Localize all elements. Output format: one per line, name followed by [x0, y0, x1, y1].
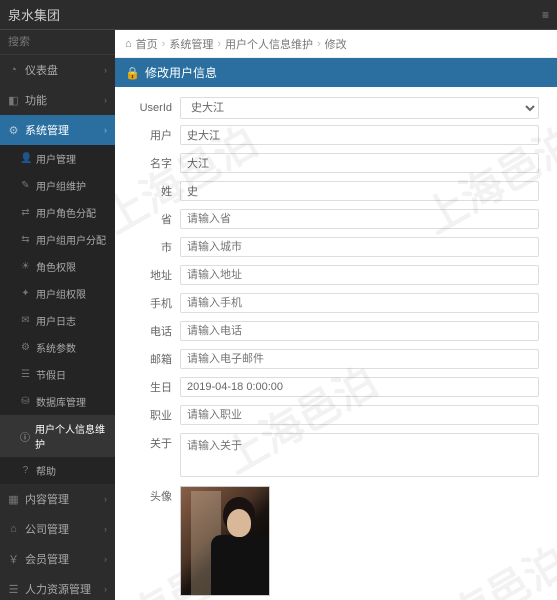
chevron-icon: › [104, 584, 107, 594]
home-icon: ⌂ [125, 38, 132, 50]
nav-icon: ✉ [20, 315, 31, 326]
sidebar-subitem-节假日[interactable]: ☰节假日 [0, 361, 115, 388]
crumb-a[interactable]: 系统管理 [169, 36, 213, 52]
sidebar: ◔仪表盘›◧功能›⚙系统管理›👤用户管理✎用户组维护⇄用户角色分配⇆用户组用户分… [0, 30, 115, 600]
input-name[interactable] [180, 153, 539, 173]
nav-icon: ⇆ [20, 234, 31, 245]
input-userid[interactable]: 史大江 [180, 97, 539, 119]
nav-icon: ☰ [20, 369, 31, 380]
brand: 泉水集团 [8, 5, 60, 24]
sidebar-subitem-用户组维护[interactable]: ✎用户组维护 [0, 172, 115, 199]
nav-icon: 👤 [20, 153, 31, 164]
sidebar-item-内容管理[interactable]: ▦内容管理› [0, 484, 115, 514]
chevron-icon: › [104, 125, 107, 135]
label-address: 地址 [125, 265, 180, 287]
label-surname: 姓 [125, 181, 180, 203]
label-province: 省 [125, 209, 180, 231]
sidebar-subitem-用户组用户分配[interactable]: ⇆用户组用户分配 [0, 226, 115, 253]
avatar[interactable] [180, 486, 270, 596]
panel-title: 🔒 修改用户信息 [115, 58, 557, 87]
crumb-b[interactable]: 用户个人信息维护 [225, 36, 313, 52]
nav-icon: ⚙ [20, 342, 31, 353]
input-phone[interactable] [180, 321, 539, 341]
sidebar-subitem-用户个人信息维护[interactable]: ⓘ用户个人信息维护 [0, 415, 115, 457]
sidebar-subitem-用户管理[interactable]: 👤用户管理 [0, 145, 115, 172]
sidebar-subitem-用户角色分配[interactable]: ⇄用户角色分配 [0, 199, 115, 226]
label-userid: UserId [125, 97, 180, 119]
sidebar-subitem-数据库管理[interactable]: ⛁数据库管理 [0, 388, 115, 415]
nav-icon: ? [20, 465, 31, 476]
chevron-icon: › [104, 494, 107, 504]
chevron-icon: › [104, 524, 107, 534]
crumb-home[interactable]: 首页 [136, 36, 158, 52]
nav-icon: ⇄ [20, 207, 31, 218]
nav-icon: ⌂ [8, 523, 19, 535]
input-address[interactable] [180, 265, 539, 285]
nav-icon: ⓘ [20, 429, 30, 444]
label-birthday: 生日 [125, 377, 180, 399]
label-about: 关于 [125, 433, 180, 455]
sidebar-subitem-用户组权限[interactable]: ✦用户组权限 [0, 280, 115, 307]
label-username: 用户 [125, 125, 180, 147]
sidebar-item-会员管理[interactable]: ￥会员管理› [0, 544, 115, 574]
label-name: 名字 [125, 153, 180, 175]
search-input[interactable] [8, 36, 107, 48]
input-province[interactable] [180, 209, 539, 229]
chevron-icon: › [104, 65, 107, 75]
chevron-icon: › [104, 554, 107, 564]
sidebar-item-功能[interactable]: ◧功能› [0, 85, 115, 115]
sidebar-subitem-用户日志[interactable]: ✉用户日志 [0, 307, 115, 334]
input-mobile[interactable] [180, 293, 539, 313]
nav-icon: ☰ [8, 583, 19, 596]
input-birthday[interactable] [180, 377, 539, 397]
breadcrumb: ⌂ 首页 › 系统管理 › 用户个人信息维护 › 修改 [115, 30, 557, 58]
nav-icon: ☀ [20, 261, 31, 272]
nav-icon: ◧ [8, 94, 19, 107]
input-job[interactable] [180, 405, 539, 425]
input-surname[interactable] [180, 181, 539, 201]
sidebar-subitem-帮助[interactable]: ?帮助 [0, 457, 115, 484]
input-username[interactable] [180, 125, 539, 145]
nav-icon: ✦ [20, 288, 31, 299]
lock-icon: 🔒 [125, 66, 140, 80]
label-avatar: 头像 [125, 486, 180, 508]
input-about[interactable] [180, 433, 539, 477]
nav-icon: ▦ [8, 493, 19, 506]
sidebar-subitem-系统参数[interactable]: ⚙系统参数 [0, 334, 115, 361]
sidebar-item-仪表盘[interactable]: ◔仪表盘› [0, 55, 115, 85]
label-job: 职业 [125, 405, 180, 427]
nav-icon: ￥ [8, 551, 19, 567]
nav-icon: ⚙ [8, 124, 19, 137]
label-phone: 电话 [125, 321, 180, 343]
crumb-c: 修改 [325, 36, 347, 52]
nav-icon: ⛁ [20, 396, 31, 407]
sidebar-item-系统管理[interactable]: ⚙系统管理› [0, 115, 115, 145]
sidebar-item-人力资源管理[interactable]: ☰人力资源管理› [0, 574, 115, 600]
input-email[interactable] [180, 349, 539, 369]
label-city: 市 [125, 237, 180, 259]
label-mobile: 手机 [125, 293, 180, 315]
input-city[interactable] [180, 237, 539, 257]
menu-toggle-icon[interactable]: ≡ [542, 8, 549, 22]
label-email: 邮箱 [125, 349, 180, 371]
chevron-icon: › [104, 95, 107, 105]
sidebar-subitem-角色权限[interactable]: ☀角色权限 [0, 253, 115, 280]
nav-icon: ✎ [20, 180, 31, 191]
nav-icon: ◔ [8, 64, 19, 76]
sidebar-item-公司管理[interactable]: ⌂公司管理› [0, 514, 115, 544]
